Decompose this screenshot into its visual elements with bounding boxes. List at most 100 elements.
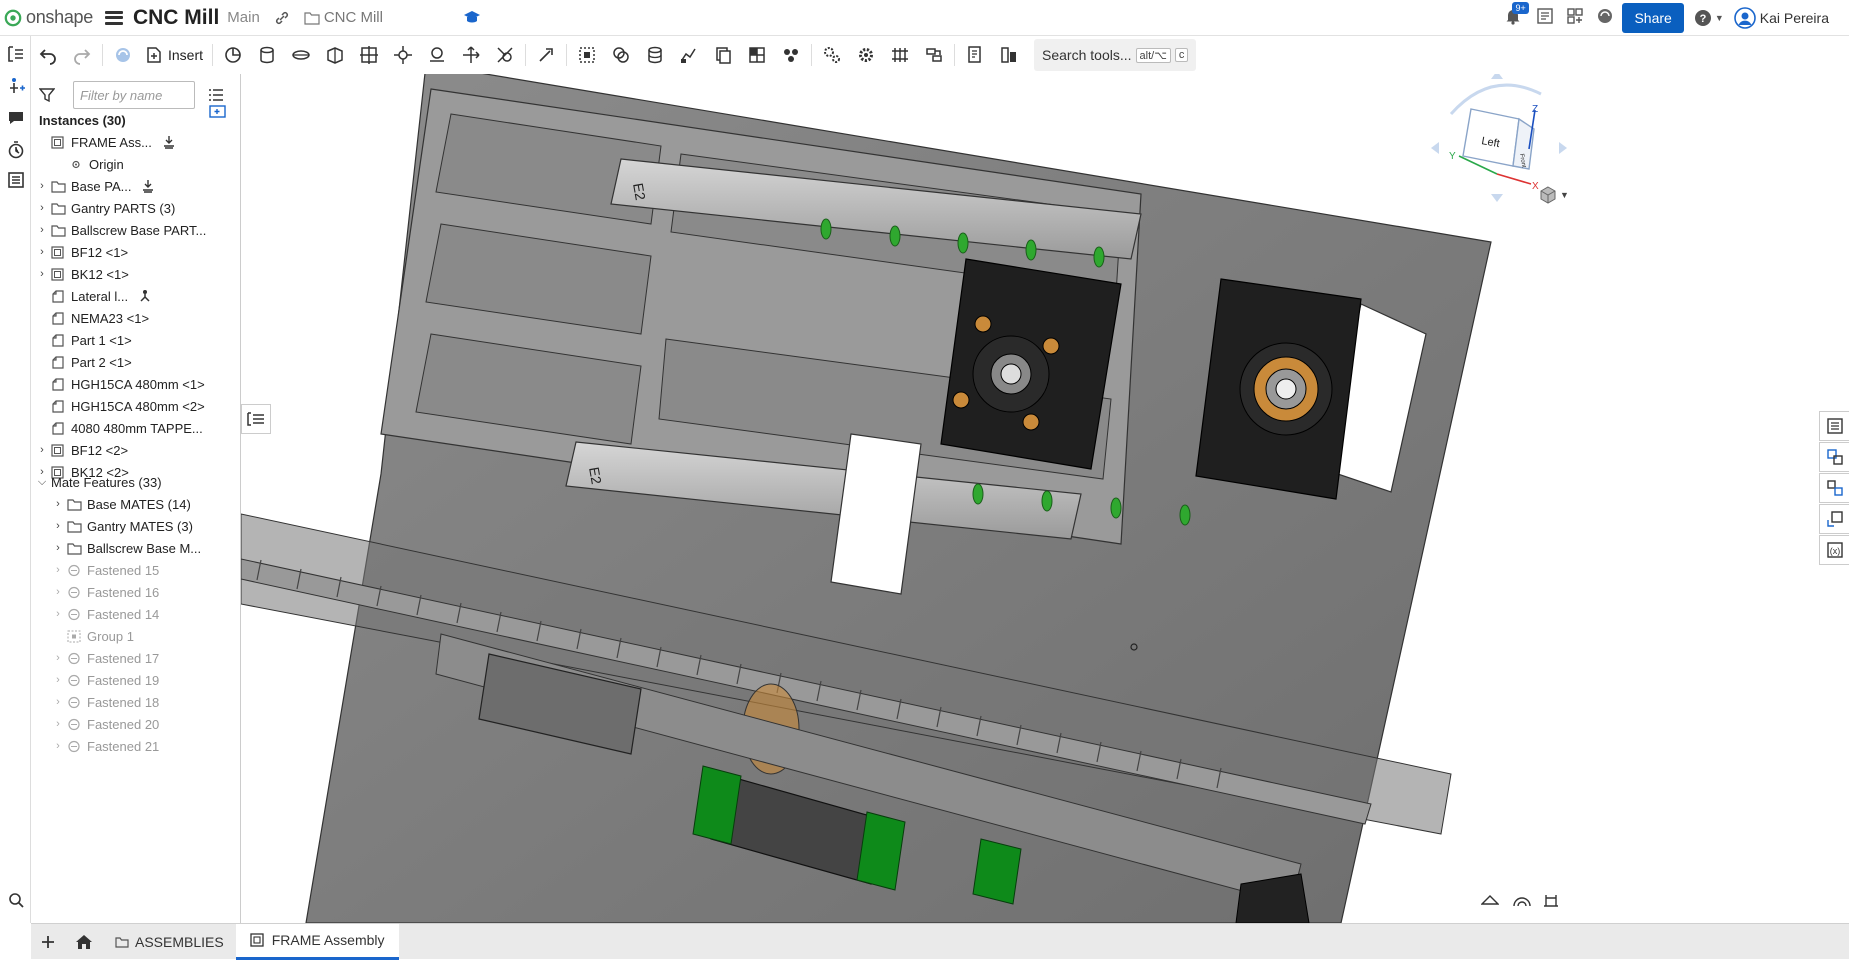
regenerate-button[interactable]: [106, 38, 140, 72]
history-icon[interactable]: [6, 140, 26, 160]
tab-assemblies-folder[interactable]: ASSEMBLIES: [103, 924, 236, 960]
measure-tool[interactable]: [958, 38, 992, 72]
chevron-right-icon[interactable]: ›: [51, 674, 65, 686]
bf12-bearing-block[interactable]: [940, 258, 1122, 470]
redo-button[interactable]: [65, 38, 99, 72]
arrow-right-icon[interactable]: [1559, 142, 1567, 154]
comments-icon[interactable]: [6, 108, 26, 128]
list-view-icon[interactable]: [208, 87, 224, 103]
chevron-right-icon[interactable]: ›: [51, 740, 65, 752]
group-icon: [67, 630, 87, 643]
replicate-tool[interactable]: [604, 38, 638, 72]
graphics-viewport[interactable]: E2 E2 Left Front X Y Z ▼ (x): [241, 74, 1849, 923]
home-tab-button[interactable]: [65, 924, 103, 960]
bk12-bearing-block[interactable]: [1195, 278, 1362, 500]
mate-connector-icon[interactable]: [6, 76, 26, 96]
circular-pattern-icon: [926, 48, 942, 62]
view-section-icon[interactable]: [1481, 892, 1499, 908]
undo-button[interactable]: [31, 38, 65, 72]
view-arc-icon[interactable]: [1513, 892, 1531, 908]
view-cube[interactable]: Left Front X Y Z: [1431, 74, 1611, 224]
chevron-right-icon[interactable]: ›: [35, 202, 49, 214]
explode-tool[interactable]: [774, 38, 808, 72]
view-settings-icon[interactable]: [6, 890, 26, 910]
linear-pattern-tool[interactable]: [883, 38, 917, 72]
chevron-right-icon[interactable]: ›: [51, 520, 65, 532]
slider-mate-tool[interactable]: [284, 38, 318, 72]
toggle-feature-panel-button[interactable]: [241, 404, 271, 434]
relation-tool[interactable]: [638, 38, 672, 72]
chevron-right-icon[interactable]: ›: [51, 586, 65, 598]
chevron-right-icon[interactable]: ›: [51, 718, 65, 730]
feature-list-icon[interactable]: [6, 44, 26, 64]
learning-center-icon[interactable]: [463, 10, 481, 26]
planar-mate-tool[interactable]: [318, 38, 352, 72]
document-title[interactable]: CNC Mill: [133, 6, 219, 30]
chevron-right-icon[interactable]: ›: [51, 498, 65, 510]
circular-pattern-tool[interactable]: [917, 38, 951, 72]
view-measure-icon[interactable]: [1542, 892, 1560, 908]
help-menu[interactable]: ? ▼: [1694, 9, 1724, 27]
group-tool[interactable]: [570, 38, 604, 72]
chevron-down-icon[interactable]: ⌵: [35, 476, 49, 489]
insert-button[interactable]: Insert: [140, 38, 209, 72]
mate-row[interactable]: › Fastened 21: [51, 733, 159, 759]
tab-frame-assembly[interactable]: FRAME Assembly: [235, 923, 399, 960]
link-icon[interactable]: [274, 10, 290, 26]
release-list-icon[interactable]: [1536, 7, 1554, 30]
parallel-mate-tool[interactable]: [454, 38, 488, 72]
dock-connectors-button[interactable]: [1819, 504, 1849, 534]
chevron-right-icon[interactable]: ›: [35, 224, 49, 236]
search-tools-input[interactable]: Search tools... alt/⌥ c: [1034, 39, 1197, 71]
section-view-tool[interactable]: [740, 38, 774, 72]
chevron-right-icon[interactable]: ›: [51, 696, 65, 708]
render-studio-icon[interactable]: [1596, 7, 1614, 30]
onshape-logo[interactable]: onshape: [4, 0, 93, 36]
chevron-right-icon[interactable]: ›: [51, 652, 65, 664]
gear-relation-tool[interactable]: [672, 38, 706, 72]
pin-slot-mate-tool[interactable]: [386, 38, 420, 72]
dock-configurations-button[interactable]: [1819, 442, 1849, 472]
folder-breadcrumb[interactable]: CNC Mill: [304, 9, 383, 26]
chevron-right-icon[interactable]: ›: [35, 246, 49, 258]
filter-input[interactable]: Filter by name: [73, 81, 195, 109]
insert-instance-icon[interactable]: [209, 103, 227, 119]
bom-icon[interactable]: [6, 170, 26, 190]
dock-variables-button[interactable]: (x): [1819, 535, 1849, 565]
chevron-right-icon[interactable]: ›: [51, 542, 65, 554]
axis-y-label: Y: [1449, 151, 1456, 162]
fastened-mate-tool[interactable]: [216, 38, 250, 72]
arrow-left-icon[interactable]: [1431, 142, 1439, 154]
chevron-right-icon[interactable]: ›: [35, 444, 49, 456]
branch-name[interactable]: Main: [227, 9, 260, 26]
chevron-right-icon[interactable]: ›: [51, 608, 65, 620]
tangent-mate-tool[interactable]: [488, 38, 522, 72]
rotate-arc-icon[interactable]: [1449, 83, 1542, 115]
gear-tool[interactable]: [849, 38, 883, 72]
rack-pinion-tool[interactable]: [706, 38, 740, 72]
instance-label: Base PA...: [71, 178, 132, 194]
app-store-icon[interactable]: [1566, 7, 1584, 30]
arrow-up-icon[interactable]: [1491, 74, 1503, 79]
filter-icon[interactable]: [39, 87, 55, 103]
dock-mates-button[interactable]: [1819, 473, 1849, 503]
dock-appearance-button[interactable]: [1819, 411, 1849, 441]
motion-tool[interactable]: [815, 38, 849, 72]
top-right-controls: 9+ Share ? ▼ Kai Pereira: [1504, 0, 1849, 36]
notifications-bell-icon[interactable]: 9+: [1504, 1, 1529, 30]
instance-label: Gantry PARTS (3): [71, 200, 176, 216]
cylindrical-mate-tool[interactable]: [352, 38, 386, 72]
revolute-mate-tool[interactable]: [250, 38, 284, 72]
chevron-right-icon[interactable]: ›: [51, 564, 65, 576]
view-options-menu[interactable]: ▼: [1539, 186, 1569, 204]
share-button[interactable]: Share: [1622, 3, 1684, 33]
arrow-down-icon[interactable]: [1491, 194, 1503, 202]
mass-properties-tool[interactable]: [992, 38, 1026, 72]
add-tab-button[interactable]: [31, 924, 65, 960]
ball-mate-tool[interactable]: [420, 38, 454, 72]
mate-connector-tool[interactable]: [529, 38, 563, 72]
chevron-right-icon[interactable]: ›: [35, 268, 49, 280]
menu-icon[interactable]: [104, 10, 123, 25]
chevron-right-icon[interactable]: ›: [35, 180, 49, 192]
user-menu[interactable]: Kai Pereira: [1733, 7, 1849, 29]
